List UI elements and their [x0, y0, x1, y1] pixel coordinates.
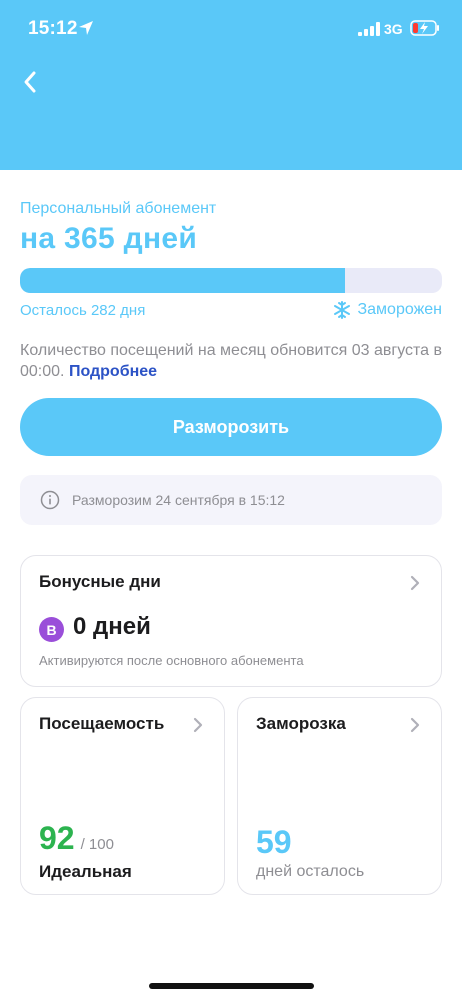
freeze-card[interactable]: Заморозка 59 дней осталось [237, 697, 442, 895]
battery-charging-icon [410, 20, 439, 36]
bonus-days-card[interactable]: Бонусные дни B 0 дней Активируются после… [20, 555, 442, 687]
attendance-card[interactable]: Посещаемость 92 / 100 Идеальная [20, 697, 225, 895]
network-type: 3G [384, 21, 403, 37]
more-link[interactable]: Подробнее [69, 363, 157, 380]
frozen-status-label: Заморожен [357, 301, 442, 318]
header-bar: 15:12 3G [0, 0, 462, 170]
bonus-badge-icon: B [39, 617, 64, 642]
snowflake-icon [334, 301, 351, 319]
attendance-score: 92 / 100 [39, 820, 114, 857]
status-time: 15:12 [28, 18, 78, 39]
subscription-type: Персональный абонемент [20, 200, 217, 217]
bonus-days-note: Активируются после основного абонемента [39, 653, 304, 668]
bonus-days-value: 0 дней [73, 613, 151, 640]
unfreeze-notice-text: Разморозим 24 сентября в 15:12 [72, 492, 285, 508]
chevron-right-icon [193, 717, 203, 733]
unfreeze-button[interactable]: Разморозить [20, 398, 442, 456]
attendance-title: Посещаемость [39, 714, 165, 733]
chevron-left-icon [24, 71, 36, 93]
status-bar: 15:12 3G [0, 0, 462, 60]
freeze-days-value: 59 [256, 824, 292, 860]
bonus-days-title: Бонусные дни [39, 572, 161, 591]
unfreeze-notice: Разморозим 24 сентября в 15:12 [20, 475, 442, 525]
attendance-value: 92 [39, 820, 75, 856]
home-indicator[interactable] [149, 983, 314, 989]
days-remaining: Осталось 282 дня [20, 302, 146, 319]
freeze-title: Заморозка [256, 714, 346, 733]
back-button[interactable] [14, 66, 46, 98]
signal-icon [358, 22, 380, 36]
chevron-right-icon [410, 717, 420, 733]
subscription-title: на 365 дней [20, 222, 198, 255]
location-arrow-icon [79, 21, 93, 35]
attendance-max: / 100 [80, 836, 114, 853]
visits-info: Количество посещений на месяц обновится … [20, 340, 445, 382]
chevron-right-icon [410, 575, 420, 591]
freeze-days-label: дней осталось [256, 863, 365, 880]
frozen-status: Заморожен [333, 301, 442, 319]
subscription-progress-bar [20, 268, 442, 293]
info-icon [40, 490, 60, 510]
attendance-label: Идеальная [39, 862, 132, 881]
subscription-progress-fill [20, 268, 345, 293]
